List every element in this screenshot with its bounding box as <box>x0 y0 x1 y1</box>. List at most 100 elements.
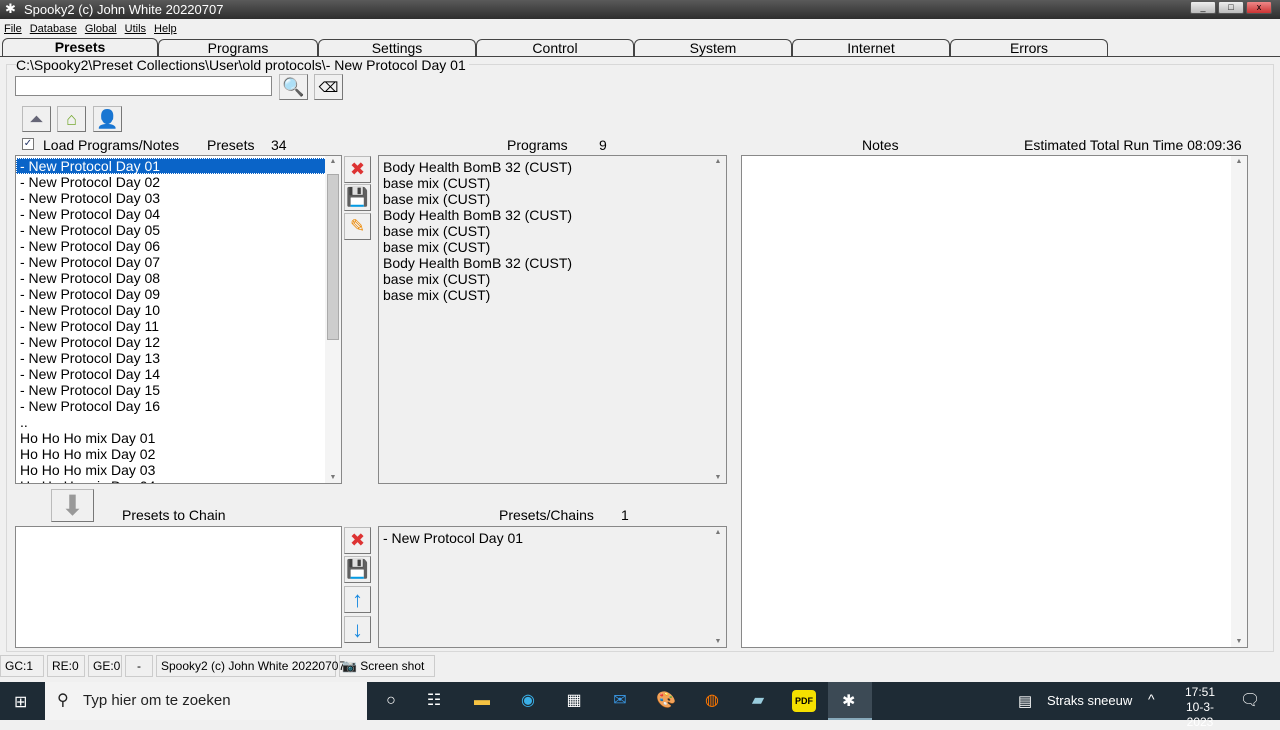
programs-list[interactable]: Body Health BomB 32 (CUST)base mix (CUST… <box>378 155 727 484</box>
list-item[interactable]: - New Protocol Day 07 <box>16 254 341 270</box>
save-icon: 💾 <box>346 187 368 208</box>
move-down-button[interactable]: ↓ <box>344 616 371 643</box>
minimize-button[interactable]: _ <box>1190 1 1216 14</box>
presets-to-chain-label: Presets to Chain <box>122 507 226 523</box>
list-item[interactable]: - New Protocol Day 11 <box>16 318 341 334</box>
clear-chain-button[interactable]: ✖ <box>344 527 371 554</box>
tab-errors[interactable]: Errors <box>950 39 1108 56</box>
programs-scrollbar[interactable]: ▲▼ <box>710 156 726 483</box>
list-item[interactable]: base mix (CUST) <box>379 223 726 239</box>
windows-start-icon[interactable]: ⊞ <box>14 692 27 712</box>
list-item[interactable]: - New Protocol Day 04 <box>16 206 341 222</box>
menu-file[interactable]: File <box>4 23 22 35</box>
tab-presets[interactable]: Presets <box>2 38 158 57</box>
add-to-chain-button[interactable]: ⬇ <box>51 489 94 522</box>
programs-count: 9 <box>599 137 607 153</box>
tab-programs[interactable]: Programs <box>158 39 318 56</box>
list-item[interactable]: - New Protocol Day 01 <box>16 158 341 174</box>
firefox-icon[interactable]: ◍ <box>700 690 724 712</box>
list-item[interactable]: - New Protocol Day 08 <box>16 270 341 286</box>
list-item[interactable]: - New Protocol Day 16 <box>16 398 341 414</box>
edit-preset-button[interactable]: ✎ <box>344 213 371 240</box>
cortana-icon[interactable]: ○ <box>379 690 403 712</box>
list-item[interactable]: base mix (CUST) <box>379 287 726 303</box>
list-item[interactable]: Body Health BomB 32 (CUST) <box>379 159 726 175</box>
notes-scrollbar[interactable]: ▲▼ <box>1231 156 1247 647</box>
presets-list[interactable]: - New Protocol Day 01- New Protocol Day … <box>15 155 342 484</box>
programs-label: Programs <box>507 137 568 153</box>
news-icon[interactable]: ▤ <box>1018 692 1032 710</box>
list-item[interactable]: - New Protocol Day 05 <box>16 222 341 238</box>
list-item[interactable]: Ho Ho Ho mix Day 04 <box>16 478 341 484</box>
search-input[interactable] <box>15 76 272 96</box>
list-item[interactable]: base mix (CUST) <box>379 239 726 255</box>
notes-textarea[interactable]: ▲▼ <box>741 155 1248 648</box>
list-item[interactable]: - New Protocol Day 10 <box>16 302 341 318</box>
tab-control[interactable]: Control <box>476 39 634 56</box>
menu-help[interactable]: Help <box>154 23 177 35</box>
preset-path: C:\Spooky2\Preset Collections\User\old p… <box>16 57 469 73</box>
maximize-button[interactable]: □ <box>1218 1 1244 14</box>
list-item[interactable]: .. <box>16 414 341 430</box>
list-item[interactable]: - New Protocol Day 02 <box>16 174 341 190</box>
presets-chains-scrollbar[interactable]: ▲▼ <box>710 527 726 647</box>
presets-scrollbar[interactable]: ▲▼ <box>325 156 341 483</box>
list-item[interactable]: Ho Ho Ho mix Day 01 <box>16 430 341 446</box>
spooky2-icon: ✱ <box>842 691 855 711</box>
list-item[interactable]: - New Protocol Day 01 <box>379 530 726 546</box>
list-item[interactable]: base mix (CUST) <box>379 191 726 207</box>
weather-text[interactable]: Straks sneeuw <box>1047 693 1132 708</box>
move-up-button[interactable]: ↑ <box>344 586 371 613</box>
list-item[interactable]: Body Health BomB 32 (CUST) <box>379 255 726 271</box>
pdf-icon[interactable]: PDF <box>792 690 816 712</box>
clear-search-button[interactable]: ⌫ <box>314 74 343 100</box>
scrollbar-thumb[interactable] <box>327 174 339 340</box>
load-programs-checkbox[interactable]: ✓ <box>22 138 34 150</box>
mail-icon[interactable]: ✉ <box>608 690 632 712</box>
presets-chains-list[interactable]: - New Protocol Day 01▲▼ <box>378 526 727 648</box>
list-item[interactable]: - New Protocol Day 14 <box>16 366 341 382</box>
file-explorer-icon[interactable]: ▬ <box>470 690 494 712</box>
edge-icon[interactable]: ◉ <box>516 690 540 712</box>
tab-settings[interactable]: Settings <box>318 39 476 56</box>
list-item[interactable]: - New Protocol Day 15 <box>16 382 341 398</box>
list-item[interactable]: base mix (CUST) <box>379 271 726 287</box>
menu-global[interactable]: Global <box>85 23 117 35</box>
search-button[interactable]: 🔍 <box>279 74 308 100</box>
notification-icon[interactable]: 🗨 <box>1240 690 1260 710</box>
screenshot-button[interactable]: 📷 Screen shot <box>339 655 435 677</box>
double-chevron-up-icon: ⏶ <box>29 109 43 130</box>
list-item[interactable]: - New Protocol Day 12 <box>16 334 341 350</box>
broom-delete-icon: ✖ <box>350 159 365 180</box>
list-item[interactable]: base mix (CUST) <box>379 175 726 191</box>
tab-internet[interactable]: Internet <box>792 39 950 56</box>
list-item[interactable]: Body Health BomB 32 (CUST) <box>379 207 726 223</box>
menu-database[interactable]: Database <box>30 23 77 35</box>
notepad-icon[interactable]: ▰ <box>746 690 770 712</box>
chevron-up-icon[interactable]: ^ <box>1148 691 1155 707</box>
close-button[interactable]: x <box>1246 1 1272 14</box>
list-item[interactable]: - New Protocol Day 03 <box>16 190 341 206</box>
list-item[interactable]: - New Protocol Day 09 <box>16 286 341 302</box>
clock[interactable]: 17:51 10-3-2023 <box>1176 685 1224 730</box>
delete-preset-button[interactable]: ✖ <box>344 156 371 183</box>
up-folder-button[interactable]: ⏶ <box>22 106 51 132</box>
paint-icon[interactable]: 🎨 <box>654 690 678 712</box>
menu-utils[interactable]: Utils <box>125 23 146 35</box>
chain-list[interactable] <box>15 526 342 648</box>
list-item[interactable]: Ho Ho Ho mix Day 03 <box>16 462 341 478</box>
save-preset-button[interactable]: 💾 <box>344 184 371 211</box>
list-item[interactable]: - New Protocol Day 06 <box>16 238 341 254</box>
task-view-icon[interactable]: ☷ <box>422 690 446 712</box>
store-icon[interactable]: ▦ <box>562 690 586 712</box>
spooky2-taskbar-button[interactable]: ✱ <box>828 682 872 720</box>
taskbar-search-placeholder: Typ hier om te zoeken <box>83 692 231 709</box>
list-item[interactable]: - New Protocol Day 13 <box>16 350 341 366</box>
taskbar-search[interactable]: ⚲ Typ hier om te zoeken <box>45 682 367 720</box>
list-item[interactable]: Ho Ho Ho mix Day 02 <box>16 446 341 462</box>
save-chain-button[interactable]: 💾 <box>344 556 371 583</box>
home-button[interactable]: ⌂ <box>57 106 86 132</box>
tab-system[interactable]: System <box>634 39 792 56</box>
user-button[interactable]: 👤 <box>93 106 122 132</box>
app-icon: ✱ <box>5 1 16 17</box>
